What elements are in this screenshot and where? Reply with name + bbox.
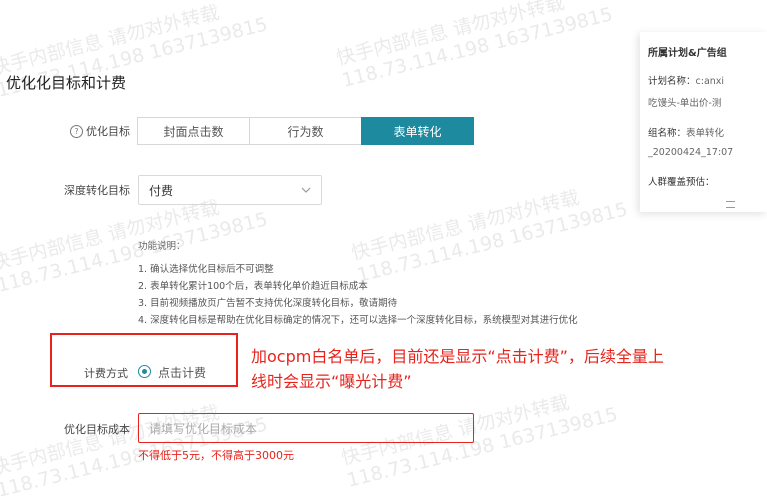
watermark: 快手内部信息 请勿对外转载 118.73.114.198 1637139815	[334, 0, 615, 92]
section-title: 优化化目标和计费	[6, 74, 127, 92]
group-value-2: _20200424_17:07	[648, 147, 734, 158]
deep-goal-value: 付费	[149, 183, 174, 198]
goal-segmented-control: 封面点击数 行为数 表单转化	[137, 117, 474, 145]
group-label: 组名称：	[648, 128, 687, 139]
cost-placeholder: 请填写优化目标成本	[149, 421, 258, 436]
drag-handle-icon[interactable]	[726, 201, 735, 208]
billing-radio[interactable]	[138, 365, 151, 378]
plan-value-2: 吃馒头-单出价-测	[648, 98, 722, 109]
group-row: 组名称：表单转化	[640, 125, 767, 139]
cost-input[interactable]: 请填写优化目标成本	[138, 413, 474, 443]
help-line: 4. 深度转化目标是帮助在优化目标确定的情况下，还可以选择一个深度转化目标，系统…	[138, 315, 578, 326]
help-line: 3. 目前视频播放页广告暂不支持优化深度转化目标，敬请期待	[138, 298, 398, 309]
plan-row: 计划名称：c:anxi	[640, 73, 767, 87]
annotation-line: 线时会显示“曝光计费”	[251, 372, 412, 391]
help-line: 1. 确认选择优化目标后不可调整	[138, 264, 274, 275]
watermark: 快手内部信息 请勿对外转载 118.73.114.198 1637139815	[0, 401, 270, 502]
question-circle-icon[interactable]: ?	[70, 124, 83, 138]
group-value: 表单转化	[686, 128, 725, 139]
deep-goal-label: 深度转化目标	[64, 184, 130, 197]
audience-label: 人群覆盖预估：	[648, 177, 715, 188]
cost-error: 不得低于5元，不得高于3000元	[138, 449, 294, 462]
goal-option-form-conversion[interactable]: 表单转化	[361, 117, 474, 145]
plan-value: c:anxi	[695, 76, 725, 87]
annotation: 加ocpm白名单后，目前还是显示“点击计费”，后续全量上 线时会显示“曝光计费”	[251, 344, 751, 394]
billing-option-label: 点击计费	[158, 366, 207, 380]
cost-label: 优化目标成本	[64, 423, 130, 436]
side-panel-title: 所属计划&广告组	[648, 48, 727, 59]
goal-option-actions[interactable]: 行为数	[249, 117, 362, 145]
help-line: 2. 表单转化累计100个后，表单转化单价趋近目标成本	[138, 281, 368, 292]
chevron-down-icon	[301, 187, 311, 193]
goal-label: 优化目标	[86, 125, 130, 138]
deep-goal-select[interactable]: 付费	[138, 175, 322, 205]
billing-label: 计费方式	[84, 367, 128, 380]
goal-option-cover-click[interactable]: 封面点击数	[137, 117, 250, 145]
plan-label: 计划名称：	[648, 76, 696, 87]
help-title: 功能说明：	[138, 241, 186, 252]
annotation-line: 加ocpm白名单后，目前还是显示“点击计费”，后续全量上	[251, 347, 664, 366]
goal-label-row: ? 优化目标	[58, 123, 130, 139]
side-panel: 所属计划&广告组 计划名称：c:anxi 吃馒头-单出价-测 组名称：表单转化 …	[640, 32, 767, 212]
help-text: 功能说明： 1. 确认选择优化目标后不可调整 2. 表单转化累计100个后，表单…	[138, 238, 578, 329]
